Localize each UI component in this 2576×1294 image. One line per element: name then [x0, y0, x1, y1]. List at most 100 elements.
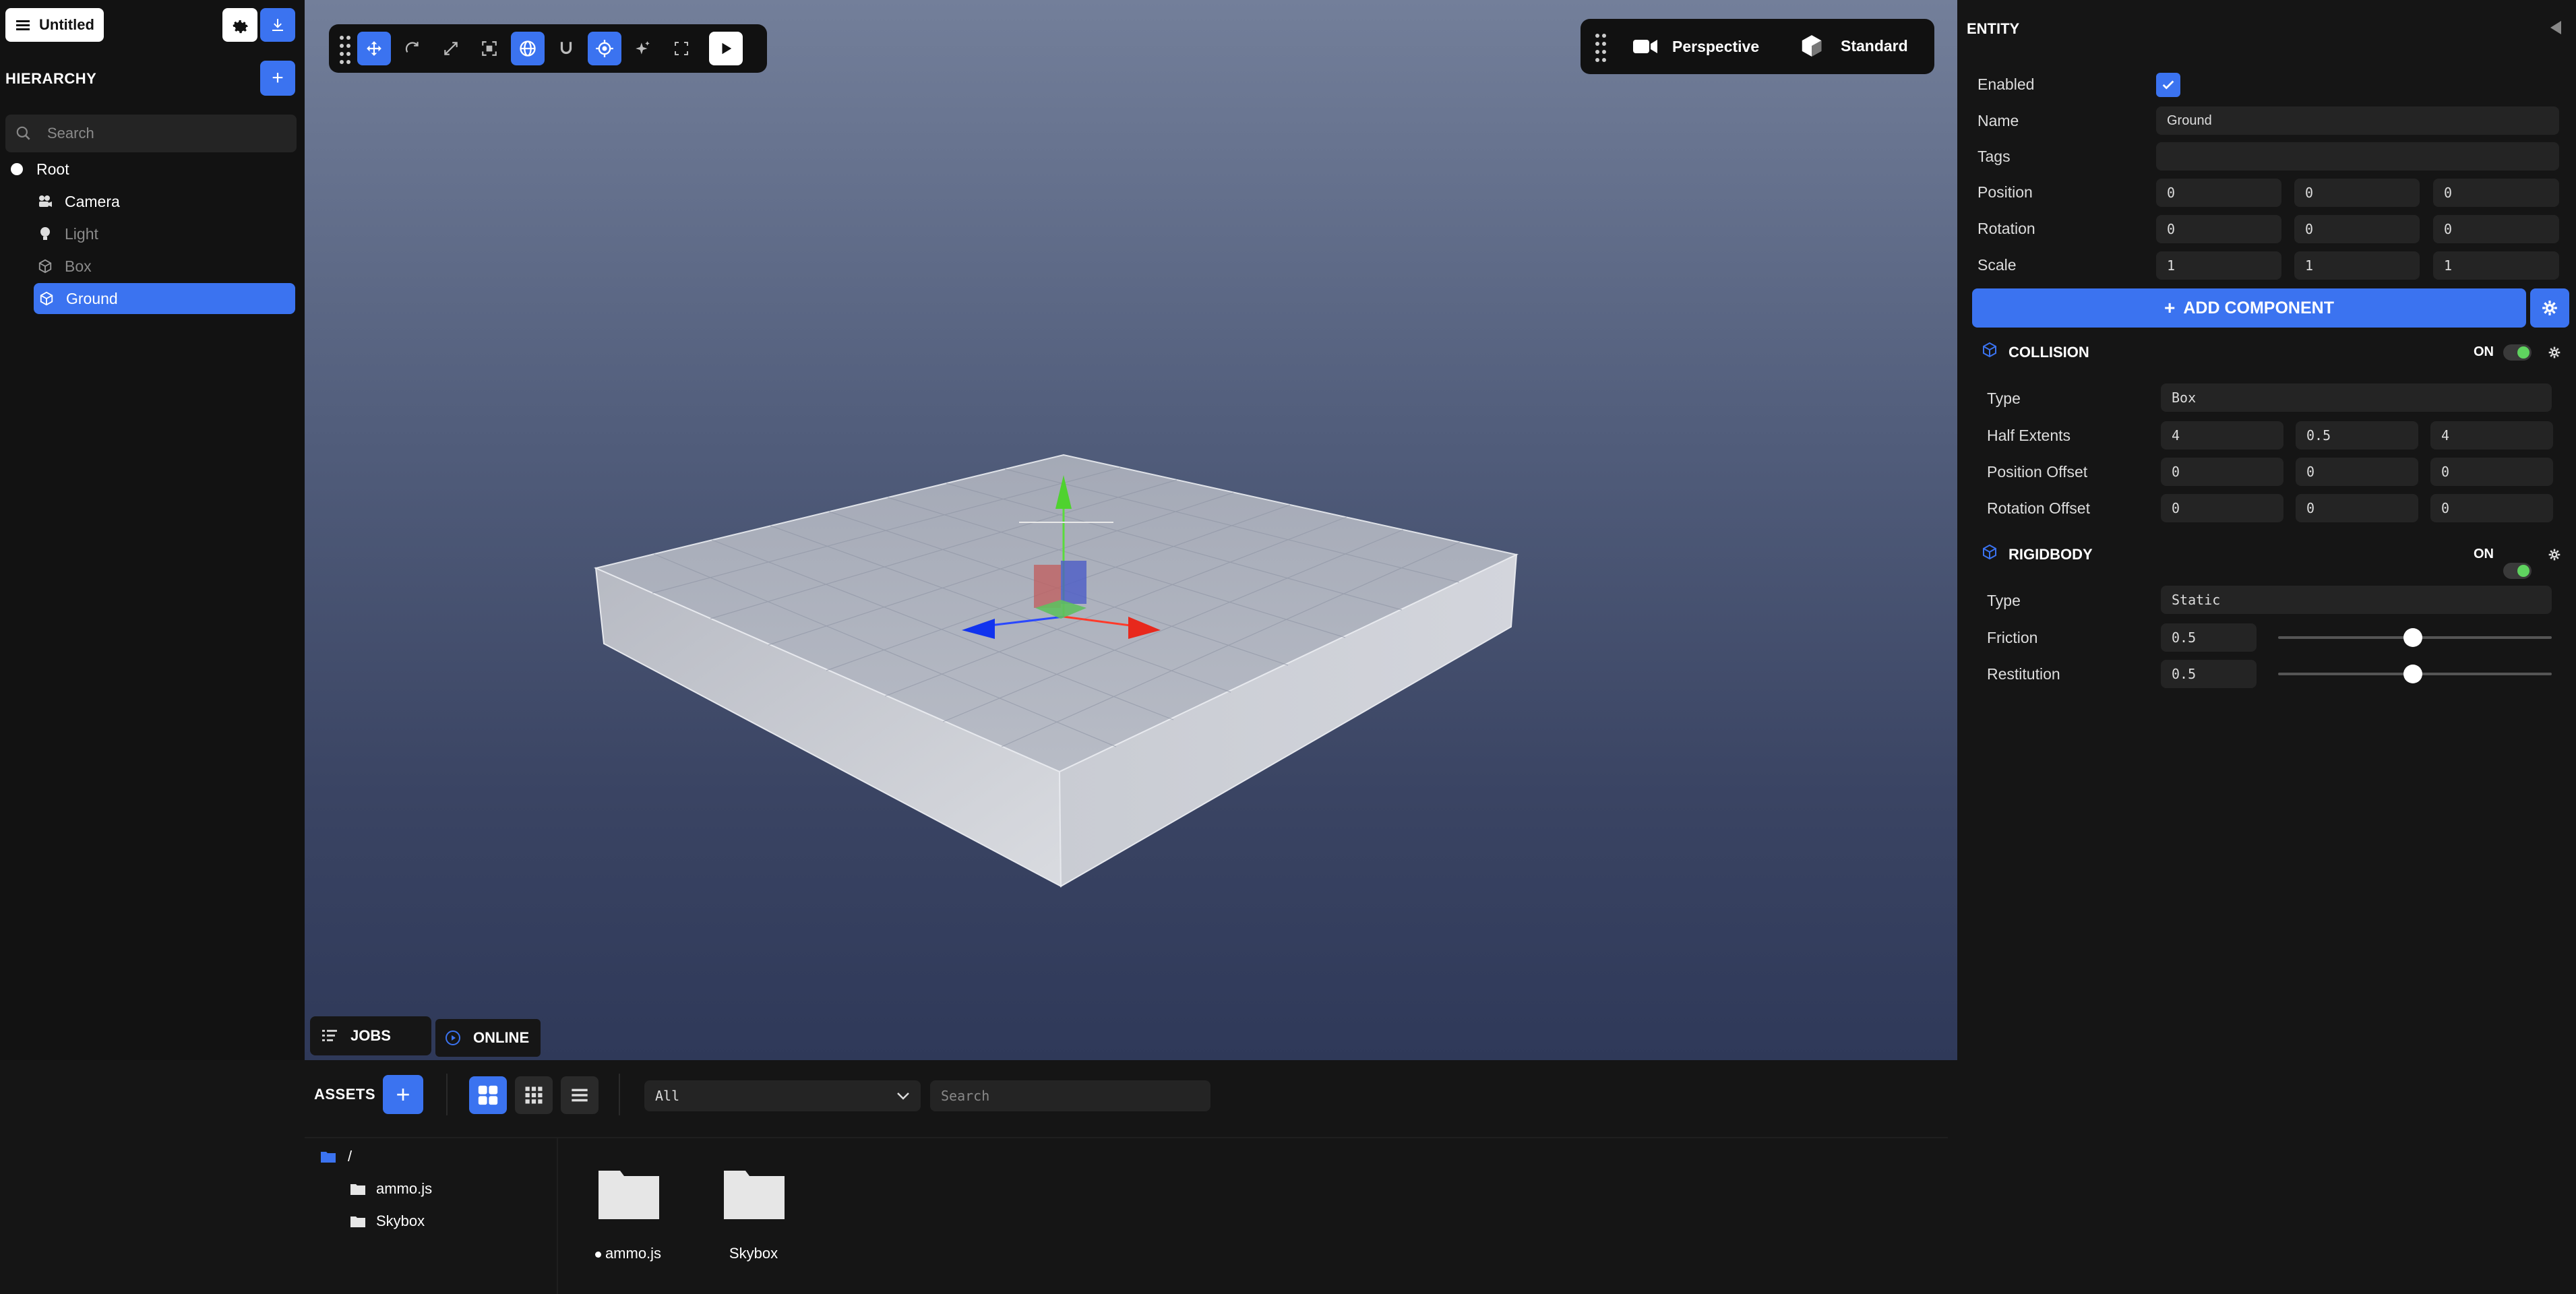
asset-tree-folder-skybox[interactable]: Skybox	[350, 1210, 425, 1233]
restitution-input[interactable]: 0.5	[2161, 660, 2257, 688]
position-offset-z-input[interactable]: 0	[2430, 458, 2553, 486]
position-offset-x-input[interactable]: 0	[2161, 458, 2283, 486]
asset-filter-select[interactable]: All	[644, 1080, 921, 1111]
plus-icon: +	[272, 67, 284, 89]
scene-viewport[interactable]: Perspective Standard JOBS ONLINE	[305, 0, 1957, 1060]
tree-item-camera[interactable]: Camera	[38, 186, 294, 217]
tags-input[interactable]	[2156, 142, 2559, 171]
move-tool-button[interactable]	[357, 32, 391, 65]
rigidbody-toggle[interactable]	[2503, 563, 2532, 579]
scale-z-input[interactable]: 1	[2433, 251, 2559, 280]
cube-icon	[39, 291, 54, 306]
position-z-input[interactable]: 0	[2433, 179, 2559, 207]
check-icon	[2162, 80, 2174, 90]
ground-box[interactable]	[305, 0, 1957, 1060]
half-extents-y-input[interactable]: 0.5	[2296, 421, 2418, 450]
component-settings-button[interactable]	[2530, 288, 2569, 328]
position-label: Position	[1977, 183, 2033, 201]
small-grid-view-button[interactable]	[515, 1076, 553, 1114]
friction-slider-knob[interactable]	[2403, 628, 2422, 647]
play-button[interactable]	[709, 32, 743, 65]
asset-tree-folder-ammo[interactable]: ammo.js	[350, 1177, 432, 1200]
add-entity-button[interactable]: +	[260, 61, 295, 96]
fullscreen-button[interactable]	[665, 32, 698, 65]
jobs-tab[interactable]: JOBS	[310, 1016, 431, 1055]
focus-button[interactable]	[588, 32, 621, 65]
restitution-slider-knob[interactable]	[2403, 665, 2422, 683]
rotation-offset-z-input[interactable]: 0	[2430, 494, 2553, 522]
scale-tool-button[interactable]	[434, 32, 468, 65]
rotation-y-input[interactable]: 0	[2294, 215, 2420, 243]
inspector-panel: ENTITY Enabled Name Ground Tags Position…	[1957, 0, 2576, 1294]
scale-label: Scale	[1977, 256, 2017, 274]
asset-item-ammo[interactable]: ammo.js	[586, 1168, 670, 1276]
divider	[305, 1137, 1948, 1138]
tree-item-box[interactable]: Box	[38, 251, 294, 282]
large-grid-view-button[interactable]	[469, 1076, 507, 1114]
dot-icon	[9, 162, 24, 177]
rotation-offset-x-input[interactable]: 0	[2161, 494, 2283, 522]
tags-label: Tags	[1977, 148, 2011, 165]
tree-item-light[interactable]: Light	[38, 218, 294, 249]
list-view-button[interactable]	[561, 1076, 599, 1114]
settings-button[interactable]	[222, 8, 257, 42]
collision-gear-icon[interactable]	[2548, 345, 2561, 364]
scale-x-input[interactable]: 1	[2156, 251, 2281, 280]
world-space-button[interactable]	[511, 32, 545, 65]
asset-search-input[interactable]: Search	[930, 1080, 1210, 1111]
position-offset-y-input[interactable]: 0	[2296, 458, 2418, 486]
camera-toolbar: Perspective Standard	[1581, 19, 1934, 74]
collapse-panel-icon[interactable]	[2550, 20, 2563, 34]
cube-icon	[1802, 35, 1822, 57]
rotation-z-input[interactable]: 0	[2433, 215, 2559, 243]
render-mode-button[interactable]: Standard	[1799, 32, 1908, 59]
rotation-offset-y-input[interactable]: 0	[2296, 494, 2418, 522]
drag-handle-icon[interactable]	[338, 32, 352, 65]
target-icon	[596, 40, 613, 57]
friction-input[interactable]: 0.5	[2161, 623, 2257, 652]
magnet-icon	[560, 42, 572, 55]
download-button[interactable]	[260, 8, 295, 42]
scale-icon	[444, 42, 458, 55]
hierarchy-title: HIERARCHY	[5, 70, 97, 87]
position-x-input[interactable]: 0	[2156, 179, 2281, 207]
camera-mode-button[interactable]: Perspective	[1632, 34, 1759, 59]
rotation-x-input[interactable]: 0	[2156, 215, 2281, 243]
rigidbody-type-select[interactable]: Static	[2161, 586, 2552, 614]
bounds-tool-button[interactable]	[472, 32, 506, 65]
drag-handle-icon[interactable]	[1594, 30, 1607, 67]
project-title: Untitled	[39, 16, 94, 33]
hierarchy-search[interactable]: Search	[5, 115, 297, 152]
asset-item-label: ammo.js	[605, 1245, 662, 1262]
collision-type-select[interactable]: Box	[2161, 383, 2552, 412]
rigidbody-gear-icon[interactable]	[2548, 547, 2561, 566]
enabled-checkbox[interactable]	[2156, 73, 2180, 97]
rotate-tool-button[interactable]	[396, 32, 429, 65]
half-extents-z-input[interactable]: 4	[2430, 421, 2553, 450]
effects-button[interactable]	[626, 32, 660, 65]
play-icon	[722, 42, 732, 55]
add-asset-button[interactable]: +	[383, 1075, 423, 1114]
restitution-label: Restitution	[1987, 665, 2060, 683]
collision-toggle[interactable]	[2503, 344, 2532, 361]
half-extents-x-input[interactable]: 4	[2161, 421, 2283, 450]
position-y-input[interactable]: 0	[2294, 179, 2420, 207]
friction-label: Friction	[1987, 629, 2038, 646]
play-circle-icon	[446, 1030, 460, 1045]
asset-search-placeholder: Search	[941, 1088, 990, 1104]
online-tab[interactable]: ONLINE	[435, 1019, 541, 1057]
add-component-button[interactable]: + ADD COMPONENT	[1972, 288, 2526, 328]
scale-y-input[interactable]: 1	[2294, 251, 2420, 280]
asset-tree-root[interactable]: /	[321, 1145, 352, 1168]
rigidbody-type-label: Type	[1987, 592, 2021, 609]
plus-icon: +	[2164, 297, 2176, 318]
name-input[interactable]: Ground	[2156, 106, 2559, 135]
tree-item-root[interactable]: Root	[9, 154, 293, 185]
snap-button[interactable]	[549, 32, 583, 65]
tree-item-ground[interactable]: Ground	[34, 283, 295, 314]
project-menu-button[interactable]: Untitled	[5, 8, 104, 42]
sparkle-icon	[636, 41, 650, 55]
asset-item-skybox[interactable]: Skybox	[712, 1168, 795, 1276]
camera-mode-label: Perspective	[1672, 37, 1760, 55]
asset-tree-folder-label: ammo.js	[376, 1180, 433, 1197]
